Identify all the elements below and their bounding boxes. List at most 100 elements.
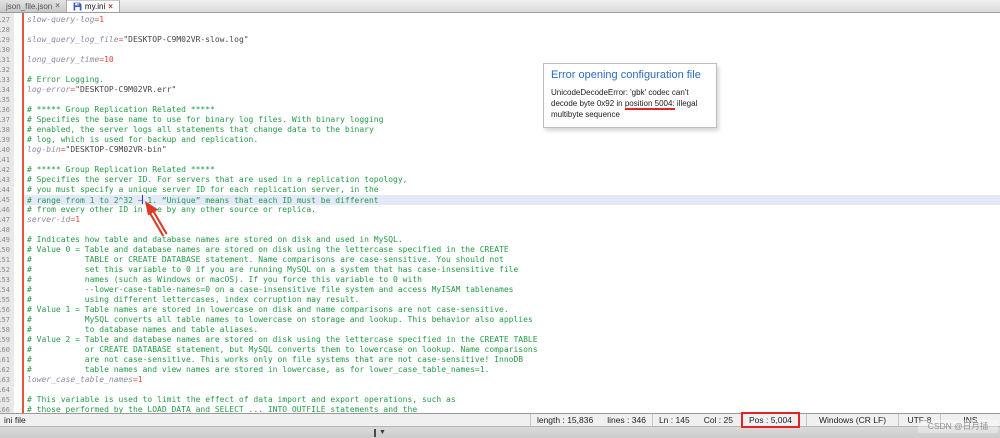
line-number: 134 <box>0 85 13 95</box>
tooltip-title: Error opening configuration file <box>551 69 709 81</box>
code-line[interactable]: 166 # those performed by the LOAD DATA an… <box>0 405 1000 413</box>
code-line[interactable]: 137 # Specifies the base name to use for … <box>0 115 1000 125</box>
line-number: 146 <box>0 205 13 215</box>
code-line[interactable]: 127 slow-query-log=1 <box>0 15 1000 25</box>
code-text: # TABLE or CREATE DATABASE statement. Na… <box>27 255 504 265</box>
code-text: # those performed by the LOAD DATA and S… <box>27 405 417 413</box>
line-number: 131 <box>0 55 13 65</box>
code-text: # Error Logging. <box>27 75 104 85</box>
tab-json-file[interactable]: json_file.json × <box>0 0 67 12</box>
code-line[interactable]: 160# or CREATE DATABASE statement, but M… <box>0 345 1000 355</box>
line-number: 154 <box>0 285 13 295</box>
error-tooltip: Error opening configuration file Unicode… <box>543 63 717 128</box>
chevron-down-icon: ▼ <box>379 428 386 438</box>
code-line[interactable]: 157# MySQL converts all table names to l… <box>0 315 1000 325</box>
status-eol-format: Windows (CR LF) <box>806 414 898 426</box>
code-text: # range from 1 to 2^32 − 1. “Unique” mea… <box>27 195 379 205</box>
code-line[interactable]: 163 lower_case_table_names=1 <box>0 375 1000 385</box>
line-number: 141 <box>0 155 13 165</box>
tab-my-ini[interactable]: my.ini × <box>67 0 120 12</box>
code-line[interactable]: 162# table names and view names are stor… <box>0 365 1000 375</box>
code-line[interactable]: 128 <box>0 25 1000 35</box>
code-text: # Specifies the base name to use for bin… <box>27 115 383 125</box>
code-text: # using different lettercases, index cor… <box>27 295 359 305</box>
line-number: 151 <box>0 255 13 265</box>
code-line[interactable]: 138# enabled, the server logs all statem… <box>0 125 1000 135</box>
code-line[interactable]: 156# Value 1 = Table names are stored in… <box>0 305 1000 315</box>
line-number: 139 <box>0 135 13 145</box>
code-text: # are not case-sensitive. This works onl… <box>27 355 523 365</box>
code-text: # you must specify a unique server ID fo… <box>27 185 379 195</box>
code-line[interactable]: 159# Value 2 = Table and database names … <box>0 335 1000 345</box>
tooltip-underlined-annotation: position 5004: <box>625 99 675 110</box>
code-text: # to database names and table aliases. <box>27 325 258 335</box>
code-line[interactable]: 161# are not case-sensitive. This works … <box>0 355 1000 365</box>
status-cursor-position: Ln : 145 Col : 25 Pos : 5,004 <box>652 414 806 426</box>
line-number: 136 <box>0 105 13 115</box>
code-line[interactable]: 129slow_query_log_file="DESKTOP-C9M02VR-… <box>0 35 1000 45</box>
code-text: # table names and view names are stored … <box>27 365 489 375</box>
code-text: # names (such as Windows or macOS). If y… <box>27 275 422 285</box>
taskbar-hidden-icons-chevron[interactable]: ▼ <box>374 428 386 438</box>
close-icon[interactable]: × <box>55 2 60 10</box>
code-line[interactable]: 130 <box>0 45 1000 55</box>
tab-label: json_file.json <box>6 2 52 11</box>
code-line[interactable]: 165# This variable is used to limit the … <box>0 395 1000 405</box>
code-line[interactable]: 134 log-error="DESKTOP-C9M02VR.err" <box>0 85 1000 95</box>
close-icon[interactable]: × <box>108 3 113 11</box>
code-line[interactable]: 141 <box>0 155 1000 165</box>
code-line[interactable]: 153# names (such as Windows or macOS). I… <box>0 275 1000 285</box>
code-text: server-id=1 <box>27 215 80 225</box>
code-line[interactable]: 154 # --lower-case-table-names=0 on a cas… <box>0 285 1000 295</box>
code-line[interactable]: 139# log, which is used for backup and r… <box>0 135 1000 145</box>
code-line[interactable]: 155 # using different lettercases, index … <box>0 295 1000 305</box>
code-line[interactable]: 136 # ***** Group Replication Related ***… <box>0 105 1000 115</box>
code-line[interactable]: 142# ***** Group Replication Related ***… <box>0 165 1000 175</box>
code-line[interactable]: 151 # TABLE or CREATE DATABASE statement.… <box>0 255 1000 265</box>
red-arrow-annotation <box>121 197 177 241</box>
save-icon <box>73 2 82 11</box>
code-text: log-error="DESKTOP-C9M02VR.err" <box>27 85 176 95</box>
csdn-watermark: CSDN @日月插 <box>918 420 998 433</box>
line-number: 148 <box>0 225 13 235</box>
code-line[interactable]: 152# set this variable to 0 if you are r… <box>0 265 1000 275</box>
code-line[interactable]: 164 <box>0 385 1000 395</box>
line-number: 157 <box>0 315 13 325</box>
line-number: 138 <box>0 125 13 135</box>
line-number: 145 <box>0 195 13 205</box>
line-number: 164 <box>0 385 13 395</box>
code-line[interactable]: 135 <box>0 95 1000 105</box>
code-line[interactable]: 140log-bin="DESKTOP-C9M02VR-bin" <box>0 145 1000 155</box>
code-line[interactable]: 133# Error Logging. <box>0 75 1000 85</box>
line-number: 127 <box>0 15 13 25</box>
line-number: 144 <box>0 185 13 195</box>
status-doc-type: ini file <box>0 414 530 426</box>
line-number: 149 <box>0 235 13 245</box>
code-text: lower_case_table_names=1 <box>27 375 143 385</box>
status-length-lines: length : 15,836 lines : 346 <box>530 414 652 426</box>
code-line[interactable]: 158# to database names and table aliases… <box>0 325 1000 335</box>
line-number: 163 <box>0 375 13 385</box>
code-line[interactable]: 132 <box>0 65 1000 75</box>
tooltip-body: UnicodeDecodeError: 'gbk' codec can't de… <box>551 87 709 120</box>
line-number: 130 <box>0 45 13 55</box>
line-number: 166 <box>0 405 13 413</box>
code-line[interactable]: 143# Specifies the server ID. For server… <box>0 175 1000 185</box>
taskbar-icon-bar <box>374 429 376 437</box>
line-number: 156 <box>0 305 13 315</box>
status-ln: Ln : 145 <box>659 415 690 425</box>
code-text: # Indicates how table and database names… <box>27 235 403 245</box>
code-text: # --lower-case-table-names=0 on a case-i… <box>27 285 513 295</box>
code-line[interactable]: 150# Value 0 = Table and database names … <box>0 245 1000 255</box>
status-pos: Pos : 5,004 <box>749 415 792 425</box>
code-line[interactable]: 144 # you must specify a unique server ID… <box>0 185 1000 195</box>
line-number: 137 <box>0 115 13 125</box>
line-number: 159 <box>0 335 13 345</box>
status-col: Col : 25 <box>704 415 733 425</box>
code-line[interactable]: 131long_query_time=10 <box>0 55 1000 65</box>
code-text: # ***** Group Replication Related ***** <box>27 165 215 175</box>
code-text: slow-query-log=1 <box>27 15 104 25</box>
line-number: 155 <box>0 295 13 305</box>
line-number: 152 <box>0 265 13 275</box>
code-text: # ***** Group Replication Related ***** <box>27 105 215 115</box>
